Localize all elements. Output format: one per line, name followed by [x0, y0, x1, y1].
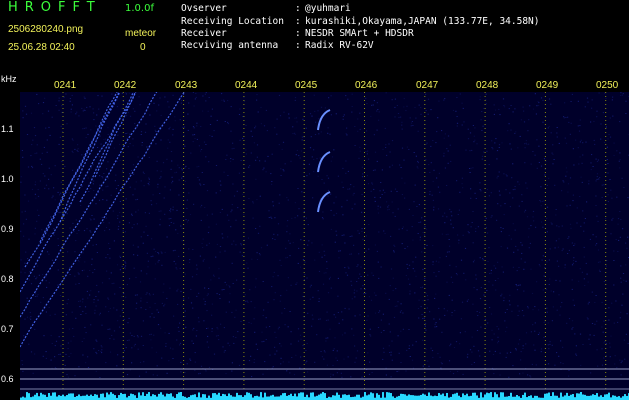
y-tick-0-8: 0.8	[1, 274, 14, 284]
x-tick-0248: 0248	[476, 80, 499, 91]
y-tick-0-6: 0.6	[1, 374, 14, 384]
y-tick-1-1: 1.1	[1, 124, 14, 134]
location-separator: :	[295, 16, 301, 27]
spectrogram-canvas	[20, 92, 629, 400]
x-tick-0249: 0249	[536, 80, 559, 91]
noise-floor-band	[20, 392, 629, 400]
location-label: Receiving Location	[181, 16, 284, 27]
header-panel: HROFFT 1.0.0f 2506280240.png 25.06.28 02…	[0, 0, 629, 80]
app-title: HROFFT	[8, 0, 102, 15]
capture-timestamp: 25.06.28 02:40	[8, 42, 75, 53]
receiver-value: NESDR SMArt + HDSDR	[305, 28, 414, 39]
spectrogram-plot	[20, 92, 629, 400]
meteor-label: meteor	[125, 28, 157, 39]
location-value: kurashiki,Okayama,JAPAN (133.77E, 34.58N…	[305, 16, 540, 27]
antenna-label: Recviving antenna	[181, 40, 279, 51]
antenna-separator: :	[295, 40, 301, 51]
y-tick-0-9: 0.9	[1, 224, 14, 234]
x-tick-0250: 0250	[596, 80, 619, 91]
y-tick-0-7: 0.7	[1, 324, 14, 334]
receiver-separator: :	[295, 28, 301, 39]
x-tick-0247: 0247	[416, 80, 439, 91]
x-tick-0245: 0245	[295, 80, 318, 91]
x-tick-0244: 0244	[235, 80, 258, 91]
y-tick-1-0: 1.0	[1, 174, 14, 184]
observer-value: @yuhmari	[305, 3, 351, 14]
meteor-count: 0	[140, 42, 146, 53]
x-tick-0242: 0242	[114, 80, 137, 91]
image-filename: 2506280240.png	[8, 24, 84, 35]
time-grid	[62, 92, 607, 392]
x-tick-0246: 0246	[355, 80, 378, 91]
observer-label: Ovserver	[181, 3, 227, 14]
antenna-value: Radix RV-62V	[305, 40, 374, 51]
x-tick-0241: 0241	[54, 80, 77, 91]
observer-separator: :	[295, 3, 301, 14]
y-axis-unit: kHz	[1, 74, 17, 84]
x-tick-0243: 0243	[175, 80, 198, 91]
app-version: 1.0.0f	[125, 3, 154, 14]
receiver-label: Receiver	[181, 28, 227, 39]
meteor-echoes	[317, 109, 331, 213]
